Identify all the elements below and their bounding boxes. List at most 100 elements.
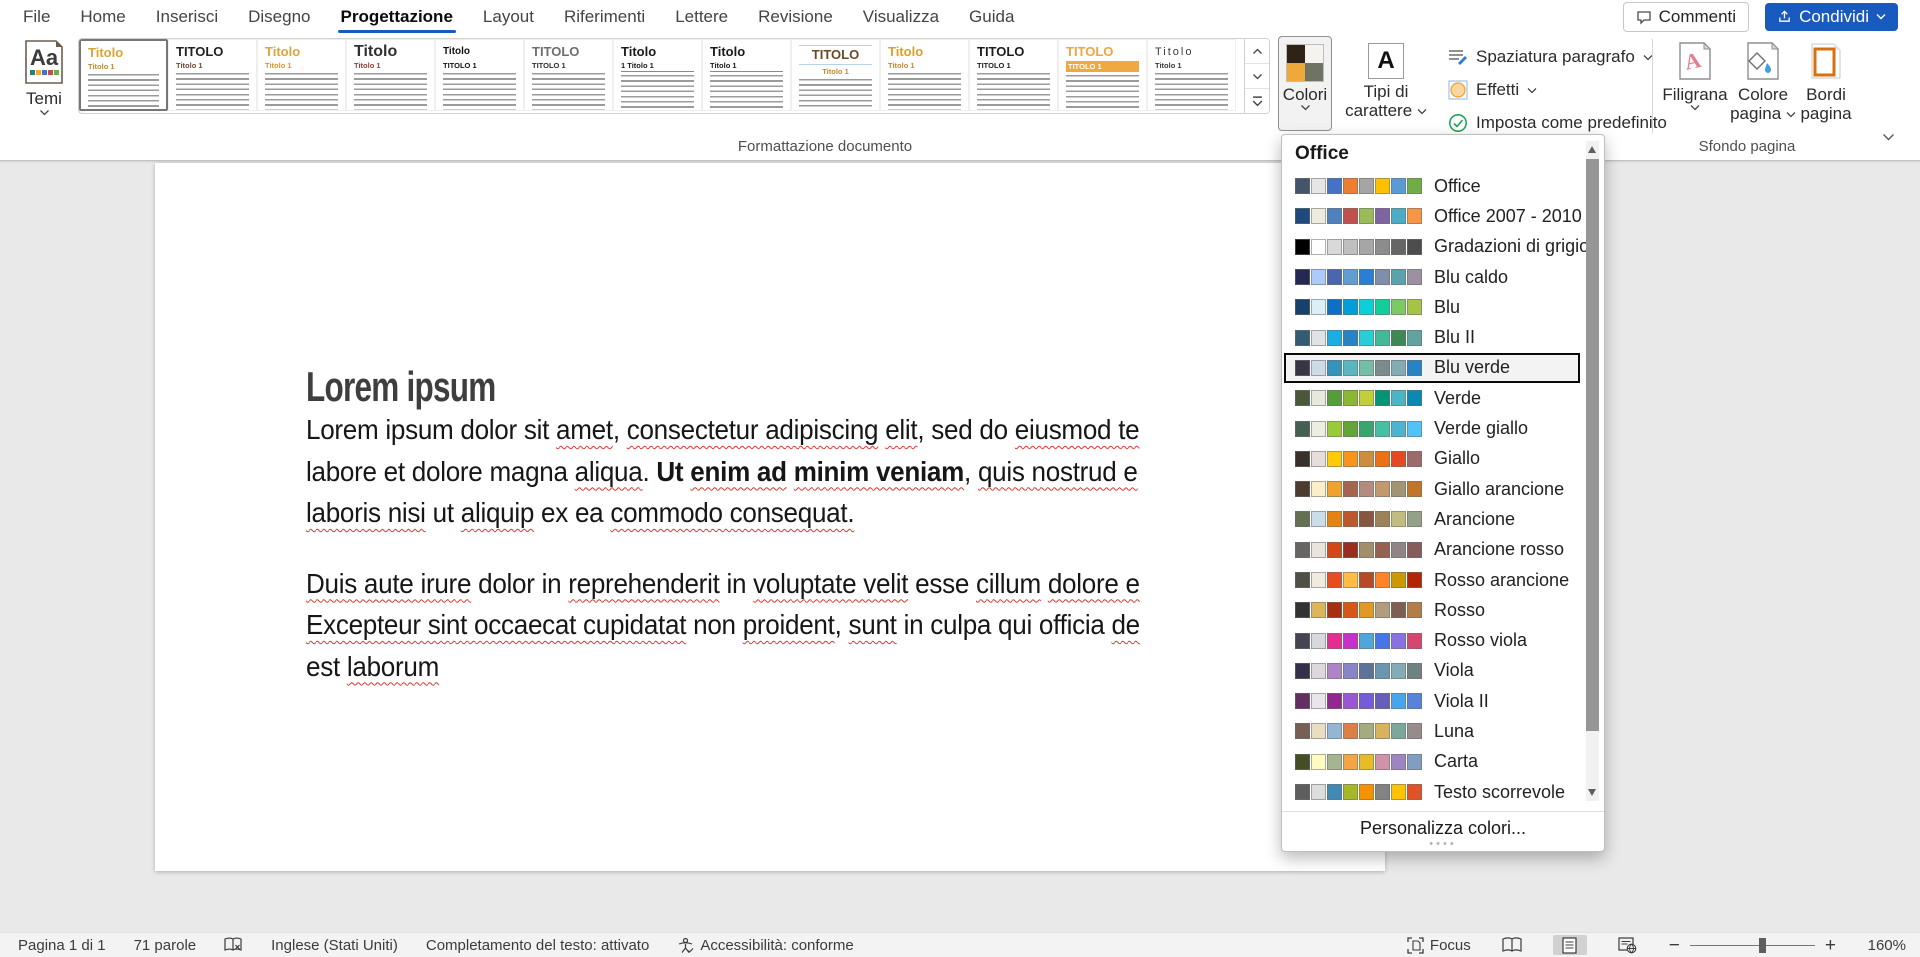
print-layout-button[interactable] [1553,935,1587,955]
menu-tab-progettazione[interactable]: Progettazione [326,0,468,33]
gallery-scroll-down-button[interactable] [1245,64,1269,89]
accessibility-status[interactable]: Accessibilità: conforme [677,937,853,954]
themes-button[interactable]: Aa Temi [14,39,74,135]
color-scheme-option-carta[interactable]: Carta [1284,747,1580,777]
theme-colors-button[interactable]: Colori [1278,36,1332,131]
dropdown-scrollbar[interactable] [1586,141,1599,801]
menu-tab-revisione[interactable]: Revisione [743,0,848,33]
text-run: , [613,414,627,445]
thumbnail-body-lines [88,74,159,111]
chevron-down-icon [1876,13,1886,20]
color-scheme-option-verde[interactable]: Verde [1284,383,1580,413]
color-scheme-label: Rosso viola [1434,630,1527,651]
color-scheme-option-verde-giallo[interactable]: Verde giallo [1284,413,1580,443]
watermark-button[interactable]: A Filigrana [1662,41,1728,111]
share-button[interactable]: Condividi [1765,3,1898,31]
palette-swatch [1343,451,1358,467]
menu-tab-inserisci[interactable]: Inserisci [141,0,233,33]
menu-tab-layout[interactable]: Layout [468,0,549,33]
themes-label: Temi [26,89,62,109]
document-page[interactable]: Lorem ipsum Lorem ipsum dolor sit amet, … [155,163,1385,871]
color-scheme-option-blu-caldo[interactable]: Blu caldo [1284,262,1580,292]
style-thumbnail[interactable]: TITOLOTitolo 1 [168,39,257,111]
color-scheme-option-viola[interactable]: Viola [1284,656,1580,686]
language-status[interactable]: Inglese (Stati Uniti) [271,937,398,954]
zoom-slider-thumb[interactable] [1759,938,1766,953]
color-scheme-option-luna[interactable]: Luna [1284,716,1580,746]
dropdown-resize-grip[interactable]: •••• [1282,838,1604,850]
web-layout-button[interactable] [1611,935,1645,955]
palette-swatch [1407,663,1422,679]
style-thumbnail[interactable]: Titolo1 Titolo 1 [613,39,702,111]
page-borders-button[interactable]: Bordi pagina [1796,41,1856,123]
style-thumbnail[interactable]: TitoloTitolo 1 [257,39,346,111]
color-scheme-option-rosso[interactable]: Rosso [1284,595,1580,625]
color-scheme-option-blu-verde[interactable]: Blu verde [1284,353,1580,383]
gallery-scroll-up-button[interactable] [1245,39,1269,64]
palette-swatch [1359,511,1374,527]
palette-swatch [1295,481,1310,497]
color-scheme-option-viola-ii[interactable]: Viola II [1284,686,1580,716]
palette-swatch [1391,269,1406,285]
menu-tab-home[interactable]: Home [65,0,140,33]
style-thumbnail[interactable]: TitoloTitolo 1 [702,39,791,111]
style-thumbnail[interactable]: TITOLOTITOLO 1 [969,39,1058,111]
color-scheme-option-rosso-arancione[interactable]: Rosso arancione [1284,565,1580,595]
menu-tab-file[interactable]: File [8,0,65,33]
style-thumbnail[interactable]: TitoloTitolo 1 [346,39,435,111]
style-thumbnail[interactable]: TITOLOTITOLO 1 [524,39,613,111]
customize-colors-button[interactable]: Personalizza colori... [1282,811,1604,839]
page-number-status[interactable]: Pagina 1 di 1 [18,937,106,954]
paragraph-spacing-button[interactable]: Spaziatura paragrafo [1448,47,1653,67]
menu-tab-visualizza[interactable]: Visualizza [848,0,954,33]
palette-swatch [1295,360,1310,376]
zoom-out-button[interactable]: − [1669,936,1680,955]
page-color-button[interactable]: Colore pagina [1730,41,1796,123]
menu-tab-riferimenti[interactable]: Riferimenti [549,0,660,33]
zoom-slider-track[interactable] [1690,945,1815,946]
collapse-ribbon-chevron[interactable] [1882,133,1895,141]
proofing-errors-icon[interactable] [224,937,243,954]
scroll-down-arrow-icon[interactable] [1588,789,1596,796]
palette-swatch [1407,784,1422,800]
color-scheme-option-arancione-rosso[interactable]: Arancione rosso [1284,535,1580,565]
zoom-percentage[interactable]: 160% [1860,937,1906,954]
palette-swatch [1295,572,1310,588]
focus-mode-button[interactable]: Focus [1407,937,1471,954]
style-thumbnail[interactable]: TITOLOTitolo 1 [791,39,880,111]
chevron-down-icon [1527,87,1537,94]
theme-fonts-button[interactable]: A Tipi di carattere [1336,36,1436,131]
thumbnail-subtitle: TITOLO 1 [977,61,1050,70]
scroll-up-arrow-icon[interactable] [1588,146,1596,153]
color-scheme-option-giallo[interactable]: Giallo [1284,444,1580,474]
menu-tab-guida[interactable]: Guida [954,0,1029,33]
scrollbar-thumb[interactable] [1586,159,1599,731]
thumbnail-subtitle: Titolo 1 [176,61,249,70]
gallery-more-button[interactable] [1245,89,1269,113]
color-scheme-option-rosso-viola[interactable]: Rosso viola [1284,625,1580,655]
effects-button[interactable]: Effetti [1448,80,1537,100]
zoom-in-button[interactable]: + [1825,936,1836,955]
style-thumbnail[interactable]: TITOLOTITOLO 1 [1058,39,1147,111]
menu-tab-label: File [23,7,50,27]
color-scheme-option-blu[interactable]: Blu [1284,292,1580,322]
color-scheme-option-office-2007-2010[interactable]: Office 2007 - 2010 [1284,201,1580,231]
color-scheme-option-office[interactable]: Office [1284,171,1580,201]
color-scheme-option-arancione[interactable]: Arancione [1284,504,1580,534]
menu-tab-lettere[interactable]: Lettere [660,0,743,33]
color-scheme-option-gradazioni-di-grigio[interactable]: Gradazioni di grigio [1284,232,1580,262]
color-scheme-option-testo-scorrevole[interactable]: Testo scorrevole [1284,777,1580,807]
palette-swatch [1343,208,1358,224]
style-thumbnail[interactable]: TitoloTITOLO 1 [435,39,524,111]
style-thumbnail[interactable]: TitoloTitolo 1 [79,39,168,111]
read-mode-button[interactable] [1495,935,1529,955]
color-scheme-option-blu-ii[interactable]: Blu II [1284,322,1580,352]
style-thumbnail[interactable]: TitoloTitolo 1 [1147,39,1236,111]
comments-button[interactable]: Commenti [1623,2,1749,32]
color-scheme-option-giallo-arancione[interactable]: Giallo arancione [1284,474,1580,504]
set-as-default-button[interactable]: Imposta come predefinito [1448,113,1667,133]
style-thumbnail[interactable]: TitoloTitolo 1 [880,39,969,111]
word-count-status[interactable]: 71 parole [134,937,197,954]
menu-tab-disegno[interactable]: Disegno [233,0,325,33]
text-completion-status[interactable]: Completamento del testo: attivato [426,937,649,954]
